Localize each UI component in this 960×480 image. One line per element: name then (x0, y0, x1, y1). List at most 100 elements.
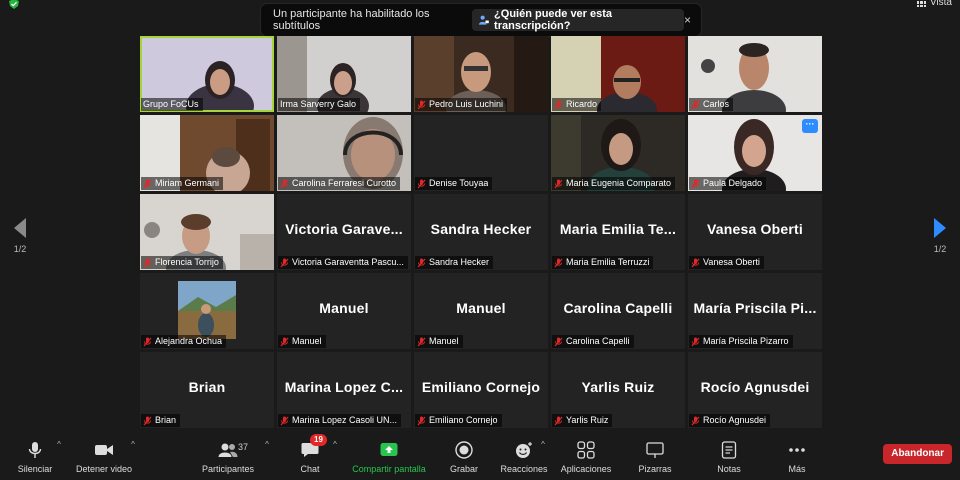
muted-mic-icon (691, 337, 700, 346)
chevron-left-icon (14, 218, 26, 238)
muted-mic-icon (691, 179, 700, 188)
muted-mic-icon (417, 179, 426, 188)
video-tile[interactable]: Vanesa Oberti Vanesa Oberti (688, 194, 822, 270)
participant-display-name: Vanesa Oberti (707, 221, 803, 237)
video-tile[interactable]: Florencia Torrijo (140, 194, 274, 270)
participant-display-name: Yarlis Ruiz (581, 379, 655, 395)
video-tile[interactable]: Brian Brian (140, 352, 274, 428)
video-tile[interactable]: Maria Eugenia Comparato (551, 115, 685, 191)
participant-display-name: Carolina Capelli (563, 300, 673, 316)
participant-name-label: Carlos (689, 98, 734, 111)
video-tile[interactable]: Victoria Garave... Victoria Garaventta P… (277, 194, 411, 270)
muted-mic-icon (691, 258, 700, 267)
microphone-icon (25, 440, 45, 460)
video-tile[interactable]: Yarlis Ruiz Yarlis Ruiz (551, 352, 685, 428)
participant-display-name: Maria Emilia Te... (559, 221, 677, 237)
video-tile[interactable]: Denise Touyaa (414, 115, 548, 191)
page-indicator-left: 1/2 (13, 244, 27, 254)
muted-mic-icon (417, 337, 426, 346)
mute-button[interactable]: Silenciar (14, 436, 56, 480)
share-screen-label: Compartir pantalla (352, 464, 426, 474)
muted-mic-icon (691, 100, 700, 109)
participant-name-label: Paula Delgado (689, 177, 767, 190)
video-tile[interactable]: Marina Lopez C... Marina Lopez Casoli UN… (277, 352, 411, 428)
view-button[interactable]: Vista (916, 0, 952, 8)
video-tile[interactable]: Pedro Luis Luchini (414, 36, 548, 112)
video-tile[interactable]: Irma Sarverry Galo (277, 36, 411, 112)
encryption-shield-icon[interactable] (8, 0, 20, 10)
participant-name-label: Maria Emilia Terruzzi (552, 256, 654, 269)
participant-name-label: Vanesa Oberti (689, 256, 764, 269)
muted-mic-icon (417, 100, 426, 109)
participant-name-label: Manuel (278, 335, 326, 348)
participant-display-name: Emiliano Cornejo (421, 379, 541, 395)
participant-display-name: Manuel (456, 300, 506, 316)
video-tile[interactable]: ··· Paula Delgado (688, 115, 822, 191)
video-tile[interactable]: Grupo FoCUs (140, 36, 274, 112)
video-camera-icon (94, 440, 114, 460)
tile-more-options-button[interactable]: ··· (802, 119, 818, 133)
participants-count: 37 (238, 442, 249, 452)
participant-name-label: Denise Touyaa (415, 177, 493, 190)
record-button[interactable]: Grabar (448, 436, 480, 480)
reactions-options-caret[interactable]: ^ (538, 436, 548, 480)
participants-button[interactable]: 37 Participantes (198, 436, 258, 480)
participant-display-name: Rocío Agnusdei (700, 379, 810, 395)
participant-name-label: Maria Eugenia Comparato (552, 177, 676, 190)
participant-display-name: Brian (188, 379, 226, 395)
notes-button[interactable]: Notas (712, 436, 746, 480)
video-tile[interactable]: Sandra Hecker Sandra Hecker (414, 194, 548, 270)
next-page-button[interactable]: 1/2 (930, 218, 950, 254)
participant-name-label: Florencia Torrijo (141, 256, 223, 269)
muted-mic-icon (280, 337, 289, 346)
share-screen-icon (379, 440, 399, 460)
previous-page-button[interactable]: 1/2 (10, 218, 30, 254)
share-screen-button[interactable]: Compartir pantalla (348, 436, 430, 480)
more-button[interactable]: Más (784, 436, 810, 480)
muted-mic-icon (143, 258, 152, 267)
muted-mic-icon (143, 179, 152, 188)
muted-mic-icon (280, 258, 289, 267)
muted-mic-icon (280, 416, 289, 425)
video-tile[interactable]: Emiliano Cornejo Emiliano Cornejo (414, 352, 548, 428)
notes-label: Notas (717, 464, 741, 474)
video-tile[interactable]: Rocío Agnusdei Rocío Agnusdei (688, 352, 822, 428)
leave-meeting-button[interactable]: Abandonar (883, 444, 952, 464)
participant-name-label: Rocío Agnusdei (689, 414, 771, 427)
muted-mic-icon (554, 258, 563, 267)
video-tile[interactable]: Manuel Manuel (277, 273, 411, 349)
video-tile[interactable]: Alejandra Ochua (140, 273, 274, 349)
audio-options-caret[interactable]: ^ (54, 436, 64, 480)
view-button-label: Vista (929, 0, 952, 8)
stop-video-button[interactable]: Detener video (72, 436, 136, 480)
stop-video-label: Detener video (75, 464, 133, 474)
muted-mic-icon (417, 258, 426, 267)
muted-mic-icon (143, 416, 152, 425)
close-notice-button[interactable]: × (684, 13, 691, 27)
grid-view-icon (916, 0, 926, 7)
chat-button[interactable]: 19 Chat (298, 434, 327, 480)
participant-name-label: Alejandra Ochua (141, 335, 227, 348)
participants-options-caret[interactable]: ^ (262, 436, 272, 480)
video-options-caret[interactable]: ^ (128, 436, 138, 480)
video-tile[interactable]: María Priscila Pi... María Priscila Piza… (688, 273, 822, 349)
participants-label: Participantes (201, 464, 255, 474)
video-tile[interactable]: Maria Emilia Te... Maria Emilia Terruzzi (551, 194, 685, 270)
video-tile[interactable]: Carolina Ferraresi Curotto (277, 115, 411, 191)
chat-options-caret[interactable]: ^ (330, 436, 340, 480)
muted-mic-icon (417, 416, 426, 425)
participant-name-label: Victoria Garaventta Pascu... (278, 256, 408, 269)
apps-button[interactable]: Aplicaciones (558, 436, 614, 480)
participant-display-name: Manuel (319, 300, 369, 316)
chat-label: Chat (300, 464, 320, 474)
video-tile[interactable]: Carlos (688, 36, 822, 112)
participants-icon: 37 (218, 440, 248, 460)
video-tile[interactable]: Carolina Capelli Carolina Capelli (551, 273, 685, 349)
video-tile[interactable]: Manuel Manuel (414, 273, 548, 349)
participant-name-label: Brian (141, 414, 181, 427)
transcript-visibility-button[interactable]: ¿Quién puede ver esta transcripción? (471, 8, 684, 32)
video-tile[interactable]: Ricardo (551, 36, 685, 112)
video-tile[interactable]: Miriam Germani (140, 115, 274, 191)
whiteboards-button[interactable]: Pizarras (636, 436, 674, 480)
muted-mic-icon (554, 416, 563, 425)
